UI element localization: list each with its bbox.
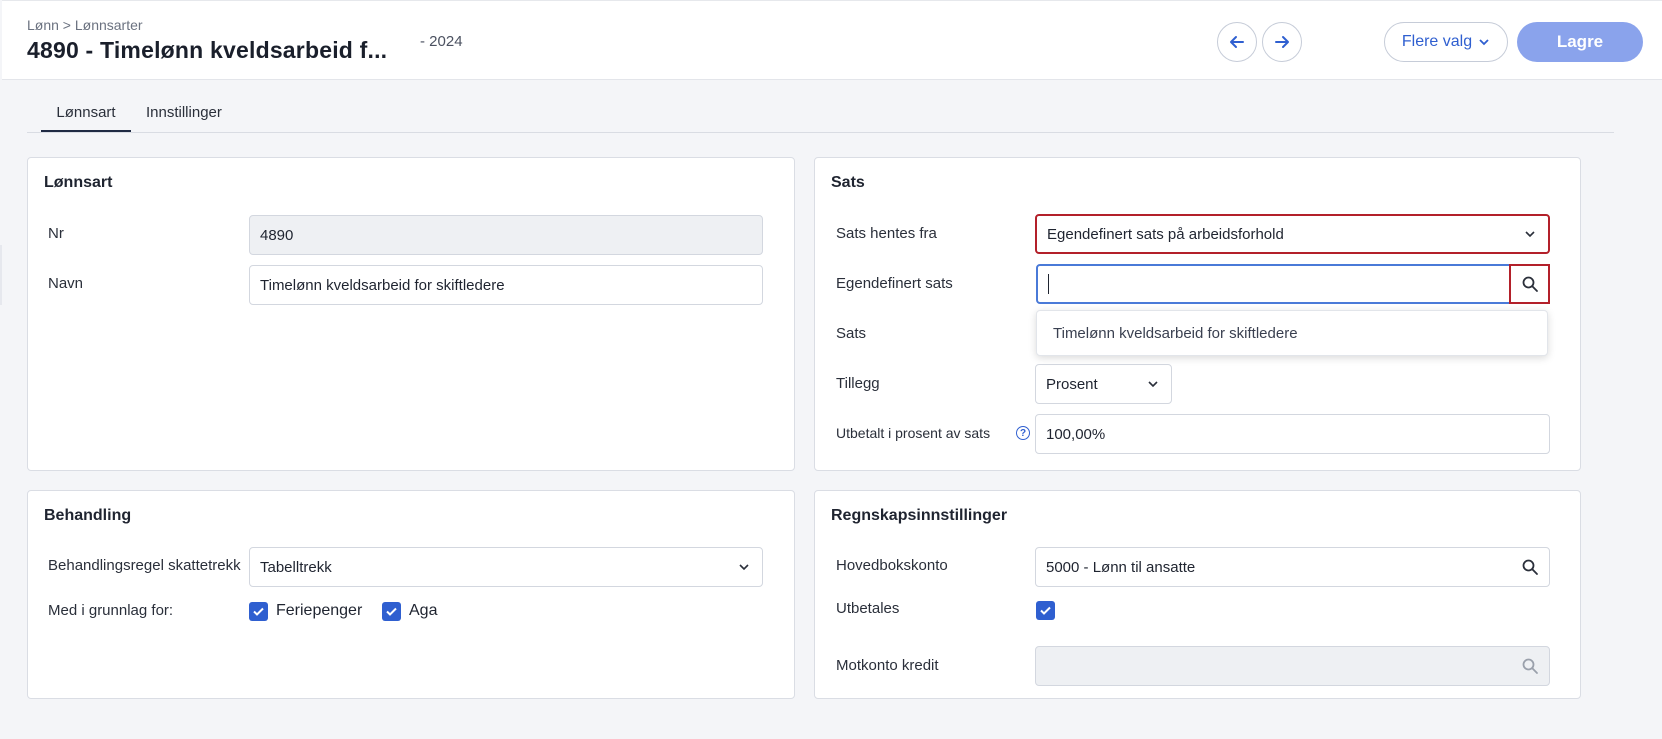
search-icon [1522, 658, 1538, 674]
tab-bar: Lønnsart Innstillinger [27, 96, 1614, 133]
previous-button[interactable] [1217, 22, 1257, 62]
sats-hentes-label: Sats hentes fra [836, 225, 937, 242]
chevron-down-icon [1525, 231, 1535, 238]
utbetalt-label: Utbetalt i prosent av sats [836, 425, 991, 441]
tab-lonnsart[interactable]: Lønnsart [41, 104, 131, 132]
lonnsart-card: Lønnsart Nr 4890 Navn Timelønn kveldsarb… [27, 157, 795, 471]
more-options-button[interactable]: Flere valg [1384, 22, 1508, 62]
sats-label: Sats [836, 325, 867, 342]
chevron-down-icon [1148, 381, 1158, 388]
aga-checkbox[interactable] [382, 602, 401, 621]
grunnlag-label: Med i grunnlag for: [48, 602, 174, 619]
regnskap-card: Regnskapsinnstillinger Hovedbokskonto 50… [814, 490, 1581, 699]
behandling-card: Behandling Behandlingsregel skattetrekk … [27, 490, 795, 699]
dropdown-option-label: Timelønn kveldsarbeid for skiftledere [1053, 324, 1298, 342]
hovedbokskonto-value: 5000 - Lønn til ansatte [1046, 558, 1196, 576]
left-edge-marker [0, 245, 2, 305]
arrow-left-icon [1230, 36, 1244, 48]
page-header: Lønn > Lønnsarter 4890 - Timelønn kvelds… [2, 0, 1662, 80]
behandlingsregel-label: Behandlingsregel skattetrekk [48, 557, 241, 574]
egendefinert-sats-dropdown-option[interactable]: Timelønn kveldsarbeid for skiftledere [1036, 310, 1548, 356]
tillegg-select[interactable]: Prosent [1035, 364, 1172, 404]
regnskap-title: Regnskapsinnstillinger [831, 507, 1008, 524]
utbetalt-input[interactable]: 100,00% [1035, 414, 1550, 454]
aga-label: Aga [409, 602, 438, 619]
nr-value: 4890 [260, 226, 294, 244]
nr-field: 4890 [249, 215, 763, 255]
egendefinert-sats-label: Egendefinert sats [836, 275, 953, 292]
utbetalt-value: 100,00% [1046, 425, 1106, 443]
utbetales-label: Utbetales [836, 600, 900, 617]
motkonto-input [1035, 646, 1550, 686]
arrow-right-icon [1275, 36, 1289, 48]
tab-innstillinger[interactable]: Innstillinger [146, 104, 222, 121]
chevron-down-icon [739, 564, 749, 571]
hovedbokskonto-input[interactable]: 5000 - Lønn til ansatte [1035, 547, 1550, 587]
feriepenger-checkbox[interactable] [249, 602, 268, 621]
checkmark-icon [1040, 606, 1051, 615]
behandlingsregel-select[interactable]: Tabelltrekk [249, 547, 763, 587]
tillegg-label: Tillegg [836, 375, 880, 392]
navn-value: Timelønn kveldsarbeid for skiftledere [260, 276, 505, 294]
hovedbokskonto-label: Hovedbokskonto [836, 557, 948, 574]
search-icon [1522, 276, 1538, 292]
next-button[interactable] [1262, 22, 1302, 62]
behandlingsregel-value: Tabelltrekk [260, 558, 332, 576]
page-title: 4890 - Timelønn kveldsarbeid f... [27, 37, 388, 63]
motkonto-label: Motkonto kredit [836, 657, 939, 674]
sats-hentes-value: Egendefinert sats på arbeidsforhold [1047, 225, 1284, 243]
help-icon[interactable]: ? [1016, 426, 1030, 440]
navn-label: Navn [48, 275, 84, 292]
checkmark-icon [386, 607, 397, 616]
behandling-title: Behandling [44, 507, 132, 524]
egendefinert-sats-search-button[interactable] [1509, 264, 1550, 304]
checkmark-icon [253, 607, 264, 616]
sats-title: Sats [831, 174, 865, 191]
save-button[interactable]: Lagre [1517, 22, 1643, 62]
text-cursor [1048, 274, 1049, 294]
breadcrumb[interactable]: Lønn > Lønnsarter [27, 17, 143, 33]
utbetales-checkbox[interactable] [1036, 601, 1055, 620]
lonnsart-title: Lønnsart [44, 174, 113, 191]
year-label: - 2024 [420, 33, 463, 50]
egendefinert-sats-input[interactable] [1036, 264, 1550, 304]
tillegg-value: Prosent [1046, 375, 1098, 393]
chevron-down-icon [1479, 39, 1489, 46]
navn-input[interactable]: Timelønn kveldsarbeid for skiftledere [249, 265, 763, 305]
feriepenger-label: Feriepenger [276, 602, 363, 619]
nr-label: Nr [48, 225, 64, 242]
sats-hentes-select[interactable]: Egendefinert sats på arbeidsforhold [1035, 214, 1550, 254]
search-icon[interactable] [1521, 558, 1539, 576]
more-options-label: Flere valg [1401, 33, 1473, 50]
